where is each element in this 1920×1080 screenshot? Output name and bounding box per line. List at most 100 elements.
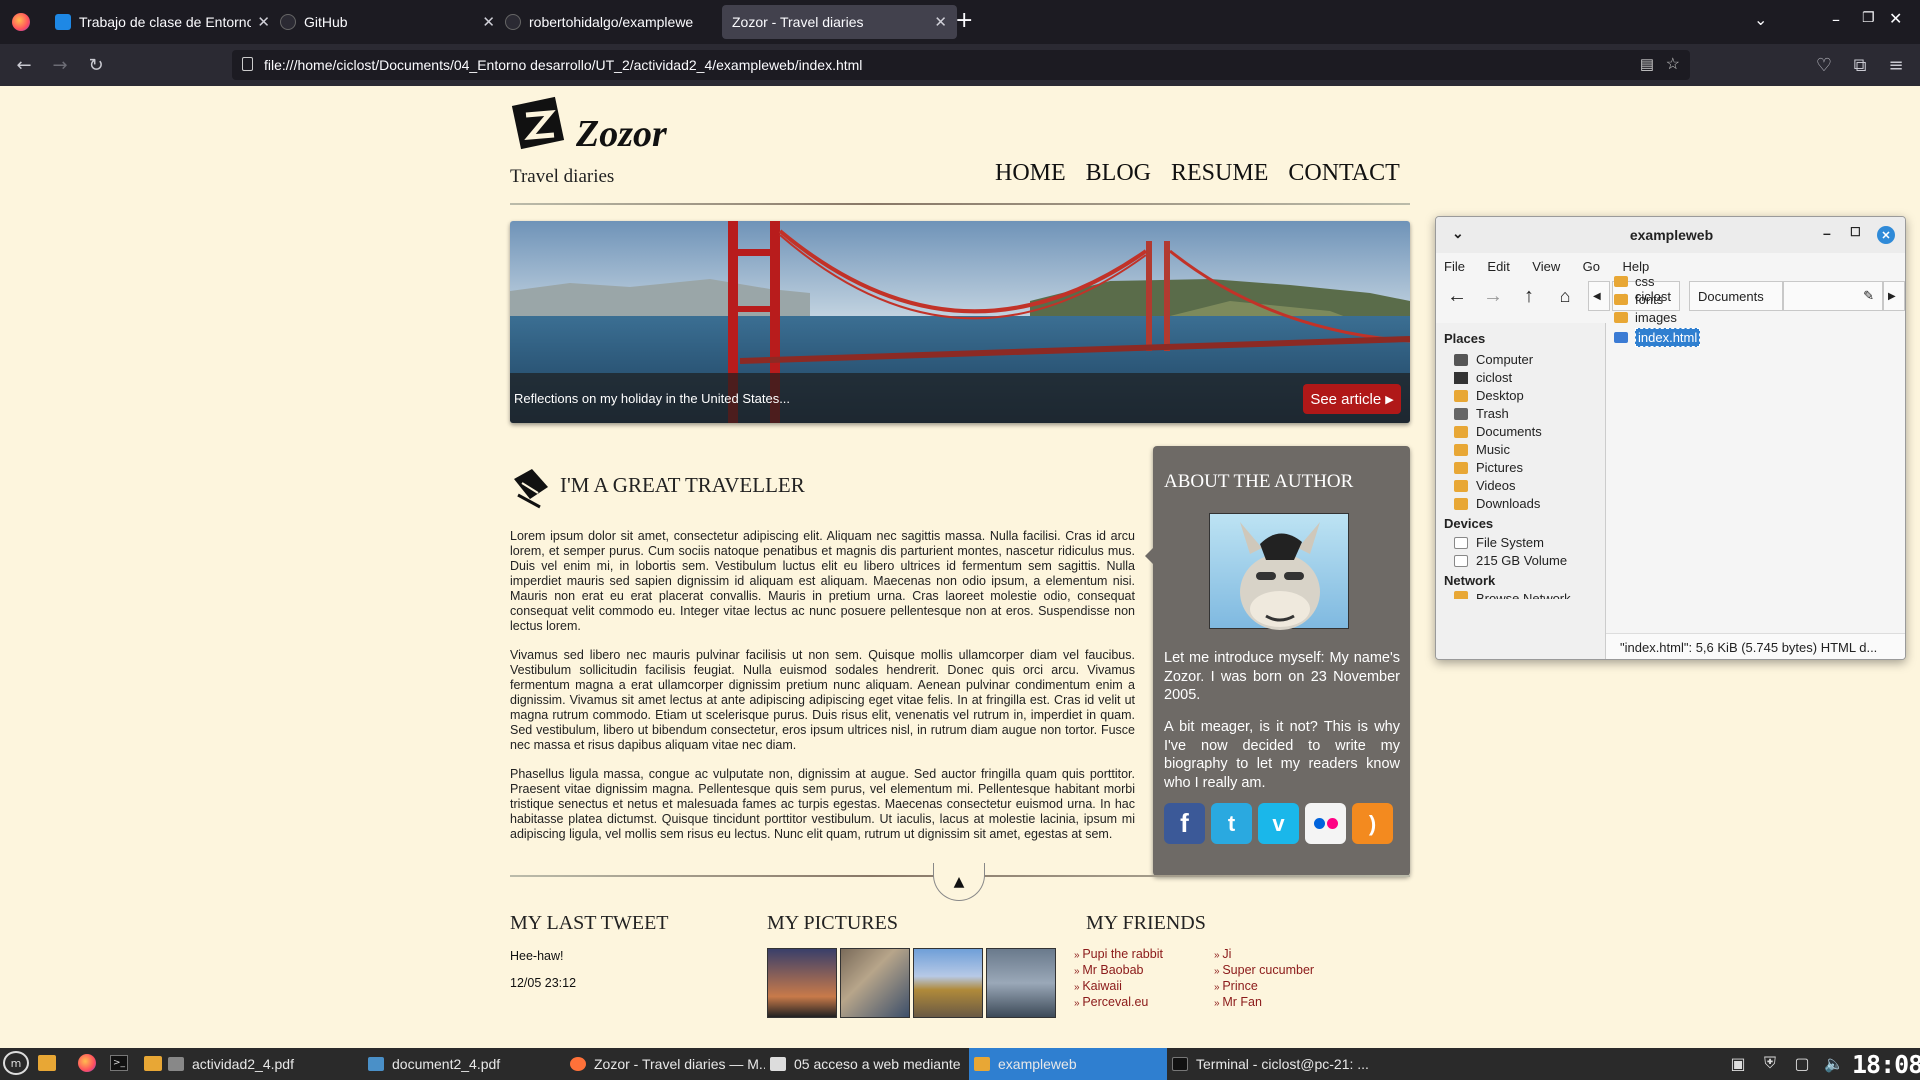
zozor-logo-icon[interactable] bbox=[510, 95, 570, 155]
menu-edit[interactable]: Edit bbox=[1487, 259, 1509, 274]
maximize-window-icon[interactable]: ☐ bbox=[1850, 225, 1861, 239]
sidebar-item-trash[interactable]: Trash bbox=[1454, 406, 1509, 421]
article-paragraph: Phasellus ligula massa, congue ac vulput… bbox=[510, 767, 1135, 841]
friend-link[interactable]: Kaiwaii bbox=[1074, 979, 1163, 995]
app-menu-icon[interactable]: ≡ bbox=[1880, 49, 1912, 81]
list-all-tabs-icon[interactable]: ⌄ bbox=[1754, 10, 1767, 29]
taskbar-item-terminal[interactable]: Terminal - ciclost@pc-21: ... bbox=[1172, 1048, 1372, 1080]
taskbar-item-pdf1[interactable]: actividad2_4.pdf bbox=[168, 1048, 358, 1080]
picture-thumbnail[interactable] bbox=[913, 948, 983, 1018]
see-article-button[interactable]: See article ▶ bbox=[1303, 384, 1401, 414]
sidebar-item-desktop[interactable]: Desktop bbox=[1454, 388, 1524, 403]
clipboard-icon[interactable]: ▣ bbox=[1727, 1052, 1749, 1074]
menu-view[interactable]: View bbox=[1532, 259, 1560, 274]
picture-thumbnail[interactable] bbox=[767, 948, 837, 1018]
twitter-icon[interactable]: t bbox=[1211, 803, 1252, 844]
files-launcher-icon[interactable] bbox=[36, 1052, 58, 1074]
file-manager-titlebar[interactable]: ⌄ exampleweb – ☐ ✕ bbox=[1436, 217, 1905, 253]
picture-thumbnail[interactable] bbox=[986, 948, 1056, 1018]
volume-icon[interactable]: 🔈 bbox=[1823, 1052, 1845, 1074]
breadcrumb-left-icon[interactable]: ◀ bbox=[1588, 281, 1610, 311]
nav-resume-link[interactable]: RESUME bbox=[1171, 160, 1268, 187]
taskbar-item-exampleweb[interactable]: exampleweb bbox=[969, 1048, 1167, 1080]
reload-icon[interactable]: ↻ bbox=[80, 49, 112, 81]
site-logo-text[interactable]: Zozor bbox=[576, 112, 667, 156]
back-arrow-icon[interactable]: ← bbox=[8, 49, 40, 81]
friend-link[interactable]: Mr Fan bbox=[1214, 995, 1314, 1011]
window-menu-icon[interactable]: ⌄ bbox=[1452, 225, 1464, 242]
file-item-css[interactable]: css bbox=[1614, 274, 1655, 289]
file-item-images[interactable]: images bbox=[1614, 310, 1677, 325]
close-window-icon[interactable]: ✕ bbox=[1889, 9, 1902, 28]
sidebar-item-videos[interactable]: Videos bbox=[1454, 478, 1516, 493]
nav-blog-link[interactable]: BLOG bbox=[1086, 160, 1151, 187]
location-edit-icon[interactable]: ✎ bbox=[1783, 281, 1883, 311]
close-tab-icon[interactable]: ✕ bbox=[934, 13, 947, 31]
sidebar-item-filesystem[interactable]: File System bbox=[1454, 535, 1544, 550]
folder-launcher-icon[interactable] bbox=[142, 1052, 164, 1074]
pocket-icon[interactable]: ♡ bbox=[1808, 49, 1840, 81]
sidebar-item-browse-network[interactable]: Browse Network bbox=[1454, 591, 1571, 599]
friend-link[interactable]: Pupi the rabbit bbox=[1074, 947, 1163, 963]
file-label: fonts bbox=[1635, 292, 1664, 307]
nav-contact-link[interactable]: CONTACT bbox=[1288, 160, 1399, 187]
reader-view-icon[interactable]: ▤ bbox=[1640, 55, 1654, 73]
breadcrumb-documents[interactable]: Documents bbox=[1689, 281, 1783, 311]
restore-window-icon[interactable]: ❐ bbox=[1862, 10, 1875, 26]
sidebar-item-documents[interactable]: Documents bbox=[1454, 424, 1542, 439]
taskbar-item-label: actividad2_4.pdf bbox=[192, 1056, 294, 1072]
friend-link[interactable]: Super cucumber bbox=[1214, 963, 1314, 979]
new-tab-button[interactable]: + bbox=[955, 8, 973, 33]
bookmark-star-icon[interactable]: ☆ bbox=[1666, 54, 1680, 74]
menu-go[interactable]: Go bbox=[1583, 259, 1600, 274]
up-arrow-icon[interactable]: ↑ bbox=[1516, 283, 1542, 309]
friend-link[interactable]: Mr Baobab bbox=[1074, 963, 1163, 979]
sidebar-item-downloads[interactable]: Downloads bbox=[1454, 496, 1540, 511]
facebook-icon[interactable]: f bbox=[1164, 803, 1205, 844]
taskbar-item-document[interactable]: 05 acceso a web mediante ... bbox=[770, 1048, 965, 1080]
taskbar-item-pdf2[interactable]: document2_4.pdf bbox=[368, 1048, 558, 1080]
url-bar[interactable]: file:///home/ciclost/Documents/04_Entorn… bbox=[232, 50, 1690, 80]
sidebar-item-pictures[interactable]: Pictures bbox=[1454, 460, 1523, 475]
minimize-window-icon[interactable]: – bbox=[1832, 10, 1840, 29]
firefox-logo-icon[interactable] bbox=[12, 13, 30, 31]
close-tab-icon[interactable]: ✕ bbox=[257, 13, 270, 31]
terminal-launcher-icon[interactable]: >_ bbox=[108, 1052, 130, 1074]
tab-classroom[interactable]: Trabajo de clase de Entorno ✕ bbox=[45, 5, 280, 39]
taskbar-item-firefox[interactable]: Zozor - Travel diaries — M... bbox=[570, 1048, 765, 1080]
sidebar-item-volume[interactable]: 215 GB Volume bbox=[1454, 553, 1567, 568]
tab-github-repo[interactable]: robertohidalgo/examplewe bbox=[495, 5, 730, 39]
flickr-icon[interactable] bbox=[1305, 803, 1346, 844]
minimize-window-icon[interactable]: – bbox=[1823, 225, 1831, 241]
picture-thumbnail[interactable] bbox=[840, 948, 910, 1018]
forward-arrow-icon[interactable]: → bbox=[1480, 283, 1506, 309]
shield-icon[interactable]: ⛨ bbox=[1759, 1052, 1781, 1074]
back-arrow-icon[interactable]: ← bbox=[1444, 283, 1470, 309]
close-window-icon[interactable]: ✕ bbox=[1877, 226, 1895, 244]
clock[interactable]: 18:08 bbox=[1852, 1050, 1920, 1079]
menu-help[interactable]: Help bbox=[1622, 259, 1649, 274]
tab-github[interactable]: GitHub ✕ bbox=[270, 5, 505, 39]
forward-arrow-icon[interactable]: → bbox=[44, 49, 76, 81]
friend-link[interactable]: Perceval.eu bbox=[1074, 995, 1163, 1011]
firefox-launcher-icon[interactable] bbox=[76, 1052, 98, 1074]
vimeo-icon[interactable]: v bbox=[1258, 803, 1299, 844]
caret-up-icon: ▲ bbox=[953, 873, 965, 890]
sidebar-item-music[interactable]: Music bbox=[1454, 442, 1510, 457]
friend-link[interactable]: Prince bbox=[1214, 979, 1314, 995]
display-icon[interactable]: ▢ bbox=[1791, 1052, 1813, 1074]
extensions-icon[interactable]: ⧉ bbox=[1844, 49, 1876, 81]
menu-file[interactable]: File bbox=[1444, 259, 1465, 274]
home-icon[interactable]: ⌂ bbox=[1552, 283, 1578, 309]
file-item-fonts[interactable]: fonts bbox=[1614, 292, 1663, 307]
file-item-index-html[interactable]: index.html bbox=[1614, 328, 1701, 347]
tab-zozor[interactable]: Zozor - Travel diaries ✕ bbox=[722, 5, 957, 39]
rss-icon[interactable]: ) bbox=[1352, 803, 1393, 844]
start-menu-icon[interactable]: m bbox=[3, 1051, 29, 1075]
friend-link[interactable]: Ji bbox=[1214, 947, 1314, 963]
close-tab-icon[interactable]: ✕ bbox=[482, 13, 495, 31]
nav-home-link[interactable]: HOME bbox=[995, 160, 1066, 187]
sidebar-item-computer[interactable]: Computer bbox=[1454, 352, 1533, 367]
sidebar-item-ciclost[interactable]: ciclost bbox=[1454, 370, 1512, 385]
breadcrumb-right-icon[interactable]: ▶ bbox=[1883, 281, 1905, 311]
